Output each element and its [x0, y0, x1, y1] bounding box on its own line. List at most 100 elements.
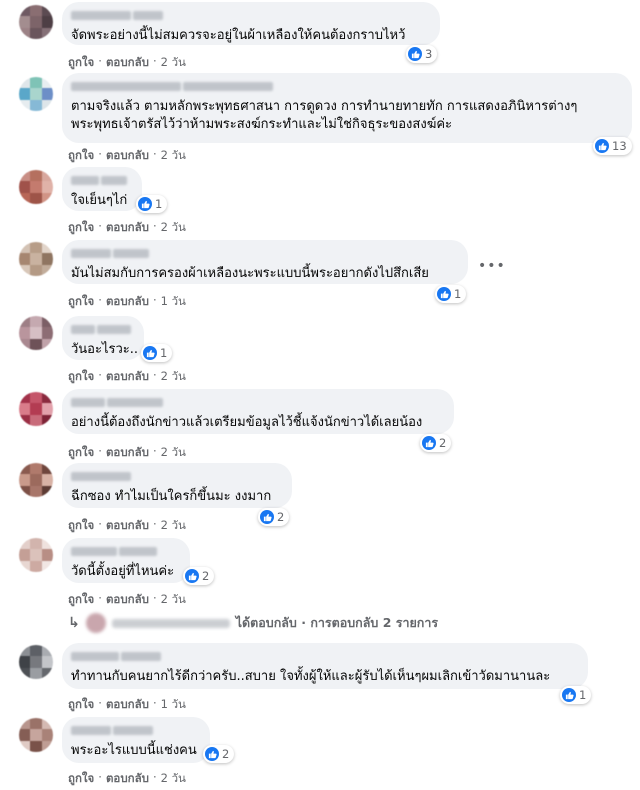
like-link[interactable]: ถูกใจ [68, 517, 94, 535]
like-icon [143, 346, 157, 360]
view-replies-link[interactable]: ↳ ได้ตอบกลับ · การตอบกลับ 2 รายการ [68, 613, 438, 633]
comment-time[interactable]: 1 วัน [161, 293, 186, 311]
like-link[interactable]: ถูกใจ [68, 219, 94, 237]
comment-time[interactable]: 2 วัน [161, 54, 186, 72]
avatar-pixel [42, 549, 53, 561]
commenter-name[interactable] [71, 723, 198, 737]
reply-author-name [111, 618, 230, 628]
avatar-pixel [42, 403, 53, 415]
reply-link[interactable]: ตอบกลับ [106, 147, 149, 165]
avatar-pixel [30, 88, 42, 100]
avatar-pixel [30, 486, 42, 497]
like-icon [422, 436, 436, 450]
commenter-name[interactable] [71, 322, 132, 336]
commenter-name[interactable] [71, 544, 178, 558]
like-link[interactable]: ถูกใจ [68, 591, 94, 609]
reaction-count[interactable]: 13 [593, 137, 632, 155]
avatar[interactable] [19, 170, 53, 204]
reply-link[interactable]: ตอบกลับ [106, 293, 149, 311]
reaction-number: 1 [579, 688, 587, 702]
commenter-name[interactable] [71, 395, 442, 409]
commenter-name[interactable] [71, 246, 456, 260]
reaction-number: 1 [160, 346, 168, 360]
commenter-name[interactable] [71, 649, 576, 663]
like-link[interactable]: ถูกใจ [68, 147, 94, 165]
reaction-count[interactable]: 1 [560, 686, 592, 704]
reply-link[interactable]: ตอบกลับ [106, 368, 149, 386]
avatar-pixel [30, 463, 42, 474]
like-link[interactable]: ถูกใจ [68, 368, 94, 386]
reaction-count[interactable]: 1 [435, 285, 467, 303]
reply-link[interactable]: ตอบกลับ [106, 54, 149, 72]
comment-text: วันอะไรวะ.. [71, 342, 139, 357]
reaction-count[interactable]: 2 [420, 434, 452, 452]
dot-separator: · [98, 293, 102, 307]
avatar[interactable] [19, 463, 53, 497]
reaction-count[interactable]: 3 [406, 45, 438, 63]
commenter-name[interactable] [71, 79, 620, 93]
commenter-name[interactable] [71, 173, 130, 187]
avatar[interactable] [19, 392, 53, 426]
avatar-pixel [19, 415, 30, 426]
comment-time[interactable]: 2 วัน [161, 444, 186, 462]
like-link[interactable]: ถูกใจ [68, 444, 94, 462]
like-link[interactable]: ถูกใจ [68, 293, 94, 311]
avatar-pixel [30, 327, 42, 339]
reply-link[interactable]: ตอบกลับ [106, 591, 149, 609]
dot-separator: · [98, 54, 102, 68]
comment-time[interactable]: 1 วัน [161, 696, 186, 714]
avatar-pixel [30, 549, 42, 561]
reply-link[interactable]: ตอบกลับ [106, 444, 149, 462]
avatar-pixel [42, 339, 53, 350]
avatar[interactable] [19, 5, 53, 39]
avatar-pixel [42, 561, 53, 572]
avatar-pixel [19, 16, 30, 28]
avatar-pixel [19, 100, 30, 111]
reply-link[interactable]: ตอบกลับ [106, 696, 149, 714]
more-options-icon[interactable]: ••• [478, 258, 506, 274]
reaction-count[interactable]: 1 [141, 344, 173, 362]
comment-time[interactable]: 2 วัน [161, 591, 186, 609]
avatar-pixel [19, 193, 30, 204]
reaction-count[interactable]: 1 [136, 195, 168, 213]
avatar-pixel [42, 741, 53, 752]
commenter-name[interactable] [71, 8, 428, 22]
reaction-count[interactable]: 2 [183, 567, 215, 585]
reply-link[interactable]: ตอบกลับ [106, 770, 149, 788]
comment-time[interactable]: 2 วัน [161, 770, 186, 788]
avatar-pixel [30, 181, 42, 193]
avatar[interactable] [19, 645, 53, 679]
avatar[interactable] [19, 538, 53, 572]
reaction-count[interactable]: 2 [258, 508, 290, 526]
reply-link[interactable]: ตอบกลับ [106, 219, 149, 237]
comment-time[interactable]: 2 วัน [161, 517, 186, 535]
reaction-number: 3 [425, 47, 433, 61]
avatar-pixel [19, 474, 30, 486]
like-link[interactable]: ถูกใจ [68, 54, 94, 72]
replies-count-text[interactable]: ได้ตอบกลับ · การตอบกลับ 2 รายการ [236, 613, 438, 633]
reaction-number: 2 [222, 747, 230, 761]
reaction-count[interactable]: 2 [203, 745, 235, 763]
avatar[interactable] [19, 242, 53, 276]
commenter-name[interactable] [71, 469, 280, 483]
comment-time[interactable]: 2 วัน [161, 368, 186, 386]
dot-separator: · [98, 696, 102, 710]
dot-separator: · [98, 770, 102, 784]
avatar[interactable] [19, 316, 53, 350]
avatar[interactable] [19, 718, 53, 752]
avatar-pixel [19, 242, 30, 253]
avatar-pixel [42, 170, 53, 181]
dot-separator: · [98, 368, 102, 382]
dot-separator: · [98, 219, 102, 233]
comment-time[interactable]: 2 วัน [161, 219, 186, 237]
avatar-pixel [30, 403, 42, 415]
like-link[interactable]: ถูกใจ [68, 770, 94, 788]
like-icon [437, 287, 451, 301]
comment-time[interactable]: 2 วัน [161, 147, 186, 165]
avatar-pixel [42, 668, 53, 679]
like-link[interactable]: ถูกใจ [68, 696, 94, 714]
avatar-pixel [19, 77, 30, 88]
avatar[interactable] [19, 77, 53, 111]
avatar-pixel [42, 5, 53, 16]
reply-link[interactable]: ตอบกลับ [106, 517, 149, 535]
